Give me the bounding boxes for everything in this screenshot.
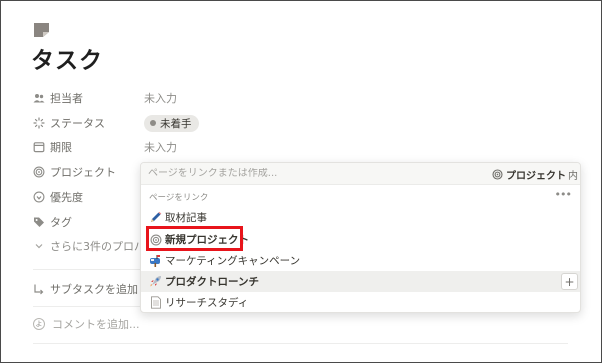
status-text: 未着手	[160, 117, 192, 130]
mailbox-icon	[149, 254, 162, 267]
people-icon	[33, 92, 45, 104]
list-item-label: 取材記事	[165, 212, 207, 224]
status-dot	[150, 120, 156, 126]
list-item[interactable]: リサーチスタディ	[141, 292, 580, 312]
property-project[interactable]: プロジェクト	[33, 162, 116, 182]
priority-circle-icon	[33, 191, 45, 203]
add-subtask-button[interactable]: サブタスクを追加	[33, 280, 138, 298]
database-suffix: 内	[568, 170, 578, 182]
list-item[interactable]: 取材記事	[141, 207, 580, 228]
chevron-down-icon	[33, 240, 45, 252]
comment-placeholder: コメントを追加...	[52, 318, 140, 331]
database-label: プロジェクト	[506, 170, 566, 182]
relation-target-icon	[33, 166, 45, 178]
list-item[interactable]: マーケティングキャンペーン	[141, 250, 580, 271]
highlight-box	[146, 226, 243, 251]
property-due-date[interactable]: 期限	[33, 137, 72, 157]
property-priority[interactable]: 優先度	[33, 187, 83, 207]
list-item[interactable]: プロダクトローンチ +	[141, 271, 580, 292]
due-date-value[interactable]: 未入力	[144, 137, 177, 157]
property-label: 期限	[50, 141, 72, 154]
calendar-icon	[33, 141, 45, 153]
dropdown-section-header: ページをリンク	[149, 193, 209, 203]
property-label: プロジェクト	[50, 166, 116, 179]
more-options-icon[interactable]: •••	[555, 188, 572, 201]
list-item-label: マーケティングキャンペーン	[165, 255, 301, 267]
status-badge[interactable]: 未着手	[144, 114, 199, 132]
database-scope[interactable]: プロジェクト 内	[492, 163, 578, 185]
property-label: 優先度	[50, 191, 83, 204]
link-or-create-input[interactable]	[141, 168, 471, 179]
assignee-value[interactable]: 未入力	[144, 88, 177, 108]
add-icon[interactable]: +	[561, 273, 578, 290]
document-icon	[149, 296, 162, 309]
list-item-label: リサーチスタディ	[165, 297, 249, 309]
property-label: ステータス	[50, 117, 105, 130]
property-label: 担当者	[50, 92, 83, 105]
document-icon[interactable]	[33, 22, 50, 38]
tag-icon	[33, 216, 45, 228]
divider	[33, 343, 568, 344]
status-value[interactable]: 未着手	[144, 113, 199, 133]
pen-icon	[149, 211, 162, 224]
property-assignee[interactable]: 担当者	[33, 88, 83, 108]
subtask-icon	[33, 283, 45, 295]
add-subtask-label: サブタスクを追加	[50, 283, 138, 296]
page-title[interactable]: タスク	[31, 41, 103, 75]
target-icon	[492, 168, 503, 180]
property-status[interactable]: ステータス	[33, 113, 105, 133]
avatar: よ	[33, 318, 45, 330]
property-label: タグ	[50, 216, 72, 229]
dropdown-search-bar: プロジェクト 内	[141, 163, 580, 185]
rocket-icon	[149, 275, 162, 288]
property-tag[interactable]: タグ	[33, 212, 72, 232]
comment-field[interactable]: よ コメントを追加...	[33, 315, 140, 333]
status-loader-icon	[33, 117, 45, 129]
list-item-label: プロダクトローンチ	[165, 276, 259, 288]
